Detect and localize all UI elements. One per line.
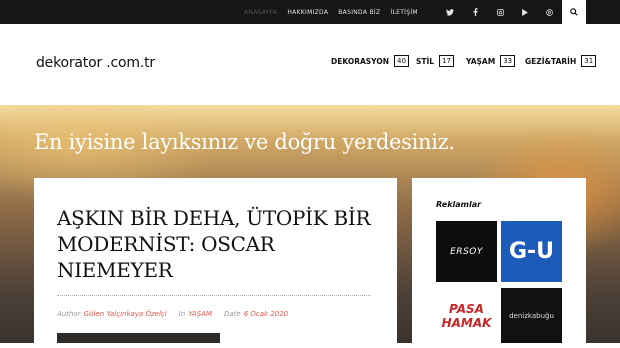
post-date: 6 Ocak 2020 bbox=[243, 310, 289, 318]
instagram-icon[interactable] bbox=[488, 0, 512, 24]
search-button[interactable] bbox=[562, 0, 586, 24]
nav-press[interactable]: BASINDA BİZ bbox=[338, 9, 380, 16]
divider bbox=[57, 295, 371, 296]
youtube-icon[interactable] bbox=[513, 0, 537, 24]
twitter-icon[interactable] bbox=[438, 0, 462, 24]
date-meta: Date 6 Ocak 2020 bbox=[224, 310, 289, 318]
menu-count: 33 bbox=[500, 55, 516, 67]
menu-item-yasam[interactable]: YAŞAM 33 bbox=[466, 55, 516, 67]
menu-item-gezi-tarih[interactable]: GEZİ&TARİH 31 bbox=[525, 55, 597, 67]
nav-about[interactable]: HAKKIMIZDA bbox=[287, 9, 328, 16]
ad-gu[interactable]: G-U bbox=[501, 221, 562, 282]
author-link[interactable]: Gülen Yalçınkaya Özelçi bbox=[84, 310, 167, 318]
menu-count: 40 bbox=[394, 55, 409, 67]
author-meta: Author Gülen Yalçınkaya Özelçi bbox=[57, 310, 167, 318]
top-nav: ANASAYFA HAKKIMIZDA BASINDA BİZ İLETİŞİM bbox=[244, 0, 418, 24]
ad-ersoy[interactable]: ERSOY bbox=[436, 221, 497, 282]
pinterest-icon[interactable] bbox=[537, 0, 561, 24]
post-title[interactable]: AŞKIN BİR DEHA, ÜTOPİK BİR MODERNİST: OS… bbox=[57, 205, 377, 283]
post-thumbnail[interactable] bbox=[57, 333, 220, 343]
facebook-icon[interactable] bbox=[463, 0, 487, 24]
menu-label: GEZİ&TARİH bbox=[525, 56, 577, 66]
ad-pasa-hamak[interactable]: PASA HAMAK bbox=[436, 288, 497, 343]
ad-denizkabugu[interactable]: denizkabuğu bbox=[501, 288, 562, 343]
menu-label: YAŞAM bbox=[466, 56, 496, 66]
nav-contact[interactable]: İLETİŞİM bbox=[390, 9, 418, 16]
menu-item-stil[interactable]: STİL 17 bbox=[416, 55, 455, 67]
hero-tagline: En iyisine layıksınız ve doğru yerdesini… bbox=[34, 130, 455, 154]
menu-item-dekorasyon[interactable]: DEKORASYON 40 bbox=[331, 55, 409, 67]
search-icon bbox=[570, 8, 578, 16]
menu-label: DEKORASYON bbox=[331, 56, 389, 66]
category-meta: In YAŞAM bbox=[178, 310, 212, 318]
sidebar-title: Reklamlar bbox=[436, 200, 482, 209]
menu-count: 31 bbox=[581, 55, 597, 67]
menu-count: 17 bbox=[439, 55, 455, 67]
nav-home[interactable]: ANASAYFA bbox=[244, 9, 277, 16]
category-link[interactable]: YAŞAM bbox=[188, 310, 212, 318]
site-logo[interactable]: dekorator .com.tr bbox=[36, 55, 155, 71]
post-meta: Author Gülen Yalçınkaya Özelçi In YAŞAM Da… bbox=[57, 310, 288, 318]
menu-label: STİL bbox=[416, 56, 435, 66]
